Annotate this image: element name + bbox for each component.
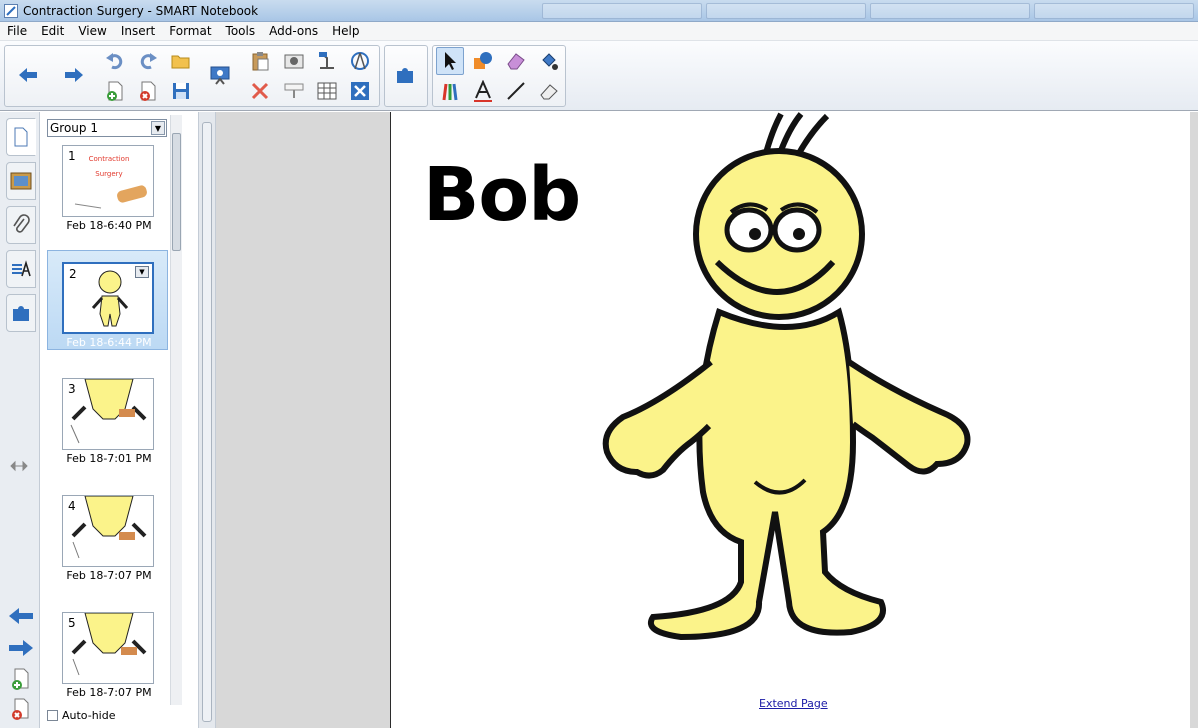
group-select-value: Group 1: [50, 121, 98, 135]
bob-legs-thumbnail: [71, 613, 147, 676]
add-ons-icon[interactable]: [391, 61, 419, 89]
menu-help[interactable]: Help: [325, 24, 366, 38]
page-number: 1: [68, 149, 76, 163]
scroll-thumb[interactable]: [172, 133, 181, 251]
page-thumbnail-4[interactable]: 4: [62, 495, 154, 567]
auto-hide-label: Auto-hide: [62, 709, 116, 722]
close-icon[interactable]: [346, 77, 374, 105]
open-icon[interactable]: [167, 47, 195, 75]
forward-icon[interactable]: [60, 61, 88, 89]
screen-capture-icon[interactable]: [280, 47, 308, 75]
paperclip-icon: [13, 214, 30, 233]
extend-page-link[interactable]: Extend Page: [759, 697, 828, 710]
add-page-icon[interactable]: [101, 77, 129, 105]
next-page-icon[interactable]: [8, 638, 34, 661]
page-thumbnail-3[interactable]: 3: [62, 378, 154, 450]
menu-insert[interactable]: Insert: [114, 24, 162, 38]
gallery-tab[interactable]: [6, 162, 36, 200]
thumbnail-title: Contraction Surgery: [88, 155, 130, 178]
splitter-handle[interactable]: [202, 122, 212, 722]
undo-icon[interactable]: [101, 47, 129, 75]
page-sorter-panel: Group 1 ▼ 1 Contraction Surgery Feb 18-6…: [40, 112, 186, 728]
display-icon[interactable]: [206, 61, 234, 89]
redo-icon[interactable]: [134, 47, 162, 75]
properties-tab[interactable]: [6, 250, 36, 288]
page-date-3: Feb 18-7:01 PM: [66, 452, 152, 465]
menu-tools[interactable]: Tools: [219, 24, 263, 38]
screen-shade-icon[interactable]: [280, 77, 308, 105]
shapes-icon[interactable]: [469, 47, 497, 75]
page-date-2: Feb 18-6:44 PM: [66, 336, 152, 349]
page-date-5: Feb 18-7:07 PM: [66, 686, 152, 699]
chevron-down-icon[interactable]: ▼: [151, 121, 165, 135]
add-page-side-icon[interactable]: [10, 668, 32, 695]
text-icon[interactable]: [469, 77, 497, 105]
bandage-illustration: [74, 185, 147, 209]
resize-arrows-icon[interactable]: [10, 460, 28, 475]
menu-format[interactable]: Format: [162, 24, 218, 38]
line-icon[interactable]: [502, 77, 530, 105]
gallery-icon: [10, 172, 32, 190]
puzzle-icon: [13, 306, 29, 321]
auto-hide-checkbox[interactable]: [47, 710, 58, 721]
add-ons-tab[interactable]: [6, 294, 36, 332]
menu-add-ons[interactable]: Add-ons: [262, 24, 325, 38]
bob-legs-thumbnail: [70, 379, 147, 444]
bob-legs-thumbnail: [71, 496, 147, 559]
delete-icon[interactable]: [246, 77, 274, 105]
page-thumbnail-1[interactable]: 1 Contraction Surgery: [62, 145, 154, 217]
properties-icon: [12, 260, 31, 277]
menu-edit[interactable]: Edit: [34, 24, 71, 38]
page-sorter-icon: [14, 127, 28, 147]
page-thumbnail-5[interactable]: 5: [62, 612, 154, 684]
notebook-page[interactable]: Bob Extend Page: [390, 112, 1190, 728]
previous-page-icon[interactable]: [8, 606, 34, 629]
back-icon[interactable]: [14, 61, 42, 89]
document-camera-icon[interactable]: [313, 47, 341, 75]
menu-view[interactable]: View: [71, 24, 113, 38]
side-tab-strip: [0, 112, 40, 728]
panel-splitter[interactable]: [198, 112, 216, 728]
bob-thumbnail: [91, 270, 129, 327]
page-sorter-tab[interactable]: [6, 118, 36, 156]
menu-file[interactable]: File: [0, 24, 34, 38]
window-title: Contraction Surgery - SMART Notebook: [23, 3, 259, 18]
page-date-4: Feb 18-7:07 PM: [66, 569, 152, 582]
delete-page-side-icon[interactable]: [10, 698, 32, 725]
measurement-tools-icon[interactable]: [346, 47, 374, 75]
page-thumbnail-2[interactable]: 2 ▼: [62, 262, 154, 334]
paste-icon[interactable]: [246, 47, 274, 75]
bob-character-illustration[interactable]: [591, 112, 981, 672]
page-heading[interactable]: Bob: [423, 152, 581, 238]
background-taskbar-tabs: [542, 2, 1198, 19]
group-select[interactable]: Group 1 ▼: [47, 119, 167, 137]
sidebar-scrollbar[interactable]: [170, 115, 182, 705]
menu-bar: File Edit View Insert Format Tools Add-o…: [0, 22, 1198, 41]
page-number: 2: [69, 267, 77, 281]
page-menu-chevron-icon[interactable]: ▼: [135, 266, 149, 278]
page-date-1: Feb 18-6:40 PM: [66, 219, 152, 232]
magic-eraser-icon[interactable]: [535, 77, 563, 105]
save-icon[interactable]: [167, 77, 195, 105]
pens-icon[interactable]: [436, 77, 464, 105]
eraser-icon[interactable]: [502, 47, 530, 75]
delete-page-icon[interactable]: [134, 77, 162, 105]
select-icon[interactable]: [436, 47, 464, 75]
app-icon: [4, 3, 18, 18]
title-bar: Contraction Surgery - SMART Notebook: [0, 0, 1198, 22]
canvas-right-margin: [1190, 112, 1198, 728]
insert-table-icon[interactable]: [313, 77, 341, 105]
attachments-tab[interactable]: [6, 206, 36, 244]
canvas-margin: [216, 112, 390, 728]
fill-icon[interactable]: [535, 47, 563, 75]
main-toolbar: [0, 41, 1198, 111]
auto-hide-toggle[interactable]: Auto-hide: [47, 709, 116, 722]
